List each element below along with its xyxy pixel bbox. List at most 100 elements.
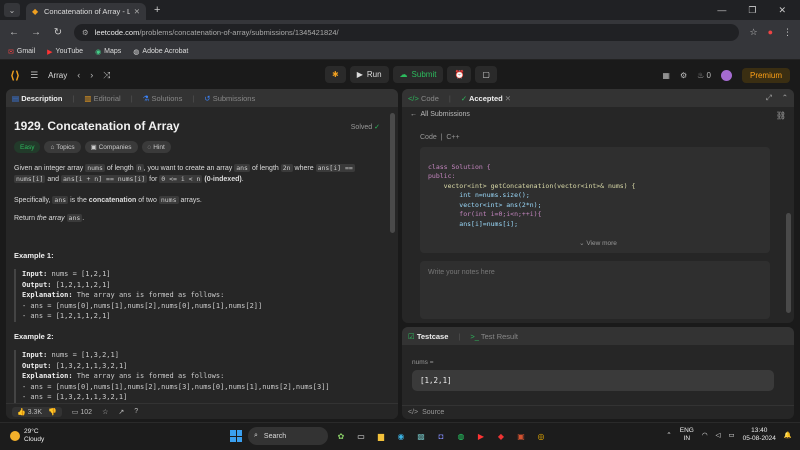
checkbox-icon: ☑ — [408, 331, 415, 341]
new-tab-icon[interactable]: + — [154, 4, 160, 16]
help-icon[interactable]: ? — [134, 408, 138, 415]
youtube-app-icon[interactable]: ▶ — [474, 429, 488, 443]
thumbs-down-icon[interactable]: 👎 — [48, 408, 57, 416]
address-bar[interactable]: ⚙ leetcode.com/problems/concatenation-of… — [74, 23, 740, 41]
prev-problem-icon[interactable]: ‹ — [77, 70, 80, 80]
store-icon[interactable]: ▩ — [414, 429, 428, 443]
link-icon[interactable]: ⛓ — [776, 111, 786, 120]
companies-chip[interactable]: ▣ Companies — [84, 141, 138, 153]
taskbar-search[interactable]: ⌕ Search — [248, 427, 328, 445]
bookmark-gmail[interactable]: ✉ Gmail — [8, 48, 35, 56]
wifi-icon[interactable]: ◠ — [702, 431, 708, 439]
tab-search-icon[interactable]: ⌄ — [4, 3, 20, 17]
windows-start-icon[interactable] — [230, 430, 242, 442]
minimize-icon[interactable]: — — [717, 5, 726, 16]
book-icon: ▥ — [84, 93, 92, 103]
debug-button[interactable]: ✱ — [325, 66, 346, 83]
powerpoint-icon[interactable]: ▣ — [514, 429, 528, 443]
timer-button[interactable]: ⏰ — [447, 66, 472, 83]
bookmark-star-icon[interactable]: ☆ — [749, 27, 757, 38]
tray-chevron-icon[interactable]: ⌃ — [666, 431, 671, 439]
tab-code[interactable]: </> Code — [408, 94, 439, 103]
check-icon: ✓ — [460, 93, 468, 103]
tab-submissions[interactable]: ↺ Submissions — [204, 94, 255, 103]
code-panel-scrollbar[interactable] — [786, 213, 791, 313]
bookmark-adobe[interactable]: ◍ Adobe Acrobat — [133, 48, 188, 56]
weather-widget[interactable]: 29°C Cloudy — [10, 428, 44, 444]
volume-icon[interactable]: ◁ — [716, 431, 721, 439]
hint-chip[interactable]: ◌ Hint — [141, 141, 171, 153]
chrome-icon[interactable]: ◎ — [534, 429, 548, 443]
layout-icon[interactable]: ▦ — [662, 71, 670, 80]
edge-icon[interactable]: ◉ — [394, 429, 408, 443]
forward-icon[interactable]: → — [30, 27, 42, 38]
address-host: leetcode.com — [94, 27, 140, 37]
share-icon[interactable]: ↗ — [118, 408, 124, 416]
play-icon: ▶ — [356, 70, 363, 79]
comments-button[interactable]: ▭ 102 — [72, 408, 92, 416]
fullscreen-icon[interactable]: ⤢ — [766, 93, 772, 103]
language-indicator[interactable]: ENG IN — [680, 427, 694, 443]
site-info-icon[interactable]: ⚙ — [82, 28, 89, 37]
notes-textarea[interactable]: Write your notes here — [420, 261, 770, 319]
close-window-icon[interactable]: ✕ — [778, 5, 786, 16]
tab-accepted[interactable]: ✓ Accepted ✕ — [461, 94, 511, 103]
history-icon: ↺ — [204, 93, 211, 103]
note-icon: ▢ — [482, 70, 490, 79]
premium-button[interactable]: Premium — [741, 67, 790, 83]
problem-list-label[interactable]: Array — [48, 71, 67, 80]
tab-editorial[interactable]: ▥ Editorial — [84, 94, 120, 103]
notification-bell-icon[interactable]: 🔔 — [784, 431, 792, 439]
teams-icon[interactable]: ◘ — [434, 429, 448, 443]
toolbar-right-icons: ☆ ● ⋮ — [749, 27, 792, 38]
shuffle-icon[interactable]: ⤨ — [103, 70, 110, 81]
description-scrollbar[interactable] — [390, 113, 395, 233]
bookmark-maps[interactable]: ◉ Maps — [95, 48, 121, 56]
leetcode-logo-icon[interactable]: ⟨⟩ — [10, 69, 20, 82]
tab-close-icon[interactable]: ✕ — [134, 7, 140, 16]
code-line: class Solution { — [428, 162, 491, 171]
collapse-icon[interactable]: ⌃ — [782, 93, 788, 103]
avatar[interactable] — [720, 69, 732, 81]
thumbs-up-icon: 👍 — [17, 408, 26, 416]
tab-test-result[interactable]: >_ Test Result — [470, 332, 518, 341]
back-icon[interactable]: ← — [8, 27, 20, 38]
extension-icon[interactable]: ● — [768, 27, 773, 37]
reload-icon[interactable]: ↻ — [52, 27, 64, 38]
example-2-title: Example 2: — [14, 332, 54, 341]
notes-button[interactable]: ▢ — [475, 66, 497, 83]
maximize-icon[interactable]: ❐ — [748, 5, 756, 16]
topics-chip[interactable]: ⌂ Topics — [44, 141, 81, 153]
run-button[interactable]: ▶ Run — [349, 66, 389, 83]
streak-fire-icon[interactable]: ♨ 0 — [697, 71, 711, 80]
system-clock[interactable]: 13:40 05-08-2024 — [743, 427, 776, 443]
like-button[interactable]: 👍 3.3K — [17, 408, 42, 416]
globe-icon: ◍ — [133, 48, 140, 56]
task-view-icon[interactable]: ▭ — [354, 429, 368, 443]
whatsapp-icon[interactable]: ◍ — [454, 429, 468, 443]
code-view: class Solution {public: vector<int> getC… — [420, 147, 770, 253]
problem-list-icon[interactable]: ☰ — [30, 70, 38, 81]
more-menu-icon[interactable]: ⋮ — [783, 27, 792, 38]
favorite-star-icon[interactable]: ☆ — [102, 408, 108, 416]
diamond-app-icon[interactable]: ◆ — [494, 429, 508, 443]
browser-toolbar: ← → ↻ ⚙ leetcode.com/problems/concatenat… — [0, 20, 800, 44]
all-submissions-link[interactable]: ← All Submissions — [410, 111, 470, 118]
testcase-input[interactable]: [1,2,1] — [412, 370, 774, 391]
close-tab-icon[interactable]: ✕ — [505, 94, 511, 103]
view-more-button[interactable]: ⌄ View more — [402, 239, 794, 247]
bookmark-youtube[interactable]: ▶ YouTube — [47, 48, 83, 56]
battery-icon[interactable]: ▭ — [729, 431, 735, 439]
maps-icon: ◉ — [95, 48, 102, 56]
settings-gear-icon[interactable]: ⚙ — [680, 71, 687, 80]
tab-testcase[interactable]: ☑ Testcase — [408, 332, 448, 341]
tab-description[interactable]: ▤ Description — [12, 94, 62, 103]
widgets-icon[interactable]: ✿ — [334, 429, 348, 443]
next-problem-icon[interactable]: › — [90, 70, 93, 80]
tab-solutions[interactable]: ⚗ Solutions — [143, 94, 183, 103]
windows-taskbar: 29°C Cloudy ⌕ Search ✿ ▭ ▆ ◉ ▩ ◘ ◍ ▶ ◆ ▣ ◎… — [0, 422, 800, 450]
source-toggle[interactable]: </> Source — [402, 405, 794, 419]
file-explorer-icon[interactable]: ▆ — [374, 429, 388, 443]
browser-tab-active[interactable]: ◆ Concatenation of Array - LeetC ✕ — [26, 3, 146, 20]
submit-button[interactable]: ☁ Submit — [392, 66, 444, 83]
